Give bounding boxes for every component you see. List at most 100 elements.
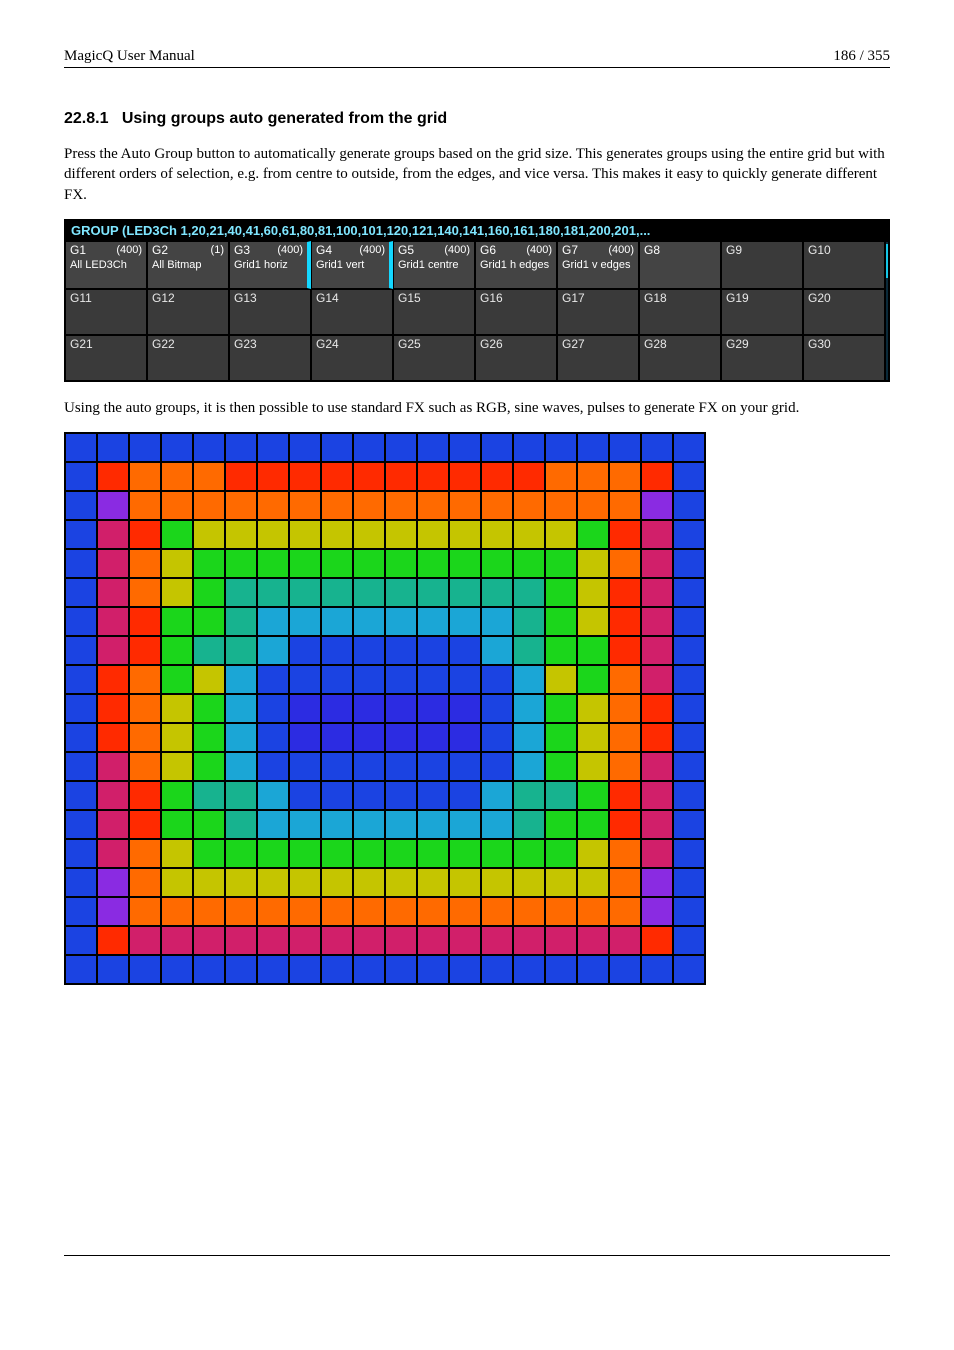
pixel-cell <box>65 868 97 897</box>
pixel-cell <box>321 752 353 781</box>
pixel-cell <box>481 839 513 868</box>
pixel-cell <box>225 433 257 462</box>
pixel-cell <box>513 491 545 520</box>
pixel-cell <box>609 549 641 578</box>
pixel-cell <box>641 520 673 549</box>
pixel-cell <box>289 868 321 897</box>
group-cell[interactable]: G11 <box>65 289 147 335</box>
group-cell[interactable]: G30 <box>803 335 885 381</box>
group-cell[interactable]: G1(400)All LED3Ch <box>65 241 147 289</box>
pixel-cell <box>225 636 257 665</box>
group-cell[interactable]: G23 <box>229 335 311 381</box>
pixel-cell <box>161 578 193 607</box>
pixel-cell <box>513 839 545 868</box>
group-cell[interactable]: G5(400)Grid1 centre <box>393 241 475 289</box>
pixel-cell <box>417 578 449 607</box>
pixel-cell <box>609 752 641 781</box>
pixel-cell <box>385 578 417 607</box>
pixel-cell <box>673 520 705 549</box>
group-cell[interactable]: G27 <box>557 335 639 381</box>
pixel-cell <box>193 636 225 665</box>
pixel-cell <box>641 781 673 810</box>
pixel-cell <box>225 520 257 549</box>
pixel-cell <box>513 897 545 926</box>
pixel-cell <box>609 462 641 491</box>
pixel-cell <box>161 694 193 723</box>
pixel-cell <box>161 810 193 839</box>
group-cell[interactable]: G2(1)All Bitmap <box>147 241 229 289</box>
pixel-cell <box>289 752 321 781</box>
pixel-cell <box>97 433 129 462</box>
pixel-cell <box>417 723 449 752</box>
group-cell[interactable]: G20 <box>803 289 885 335</box>
pixel-cell <box>577 868 609 897</box>
pixel-cell <box>513 752 545 781</box>
pixel-cell <box>321 723 353 752</box>
pixel-cell <box>641 926 673 955</box>
pixel-cell <box>417 491 449 520</box>
pixel-cell <box>225 491 257 520</box>
pixel-cell <box>65 694 97 723</box>
group-cell[interactable]: G17 <box>557 289 639 335</box>
group-cell[interactable]: G4(400)Grid1 vert <box>311 241 393 289</box>
group-cell[interactable]: G29 <box>721 335 803 381</box>
group-cell[interactable]: G3(400)Grid1 horiz <box>229 241 311 289</box>
pixel-grid-figure <box>64 432 706 985</box>
pixel-cell <box>481 868 513 897</box>
group-cell[interactable]: G19 <box>721 289 803 335</box>
group-cell[interactable]: G24 <box>311 335 393 381</box>
group-cell[interactable]: G16 <box>475 289 557 335</box>
group-window: GROUP (LED3Ch 1,20,21,40,41,60,61,80,81,… <box>64 219 890 382</box>
pixel-cell <box>609 897 641 926</box>
pixel-cell <box>577 752 609 781</box>
pixel-cell <box>97 578 129 607</box>
group-cell[interactable]: G28 <box>639 335 721 381</box>
group-cell[interactable]: G21 <box>65 335 147 381</box>
pixel-cell <box>225 462 257 491</box>
pixel-cell <box>577 839 609 868</box>
group-cell[interactable]: G15 <box>393 289 475 335</box>
group-cell[interactable]: G14 <box>311 289 393 335</box>
group-cell[interactable]: G12 <box>147 289 229 335</box>
pixel-cell <box>673 897 705 926</box>
group-cell[interactable]: G7(400)Grid1 v edges <box>557 241 639 289</box>
pixel-cell <box>65 926 97 955</box>
pixel-cell <box>97 607 129 636</box>
pixel-cell <box>129 520 161 549</box>
pixel-cell <box>385 926 417 955</box>
pixel-cell <box>257 810 289 839</box>
group-cell[interactable]: G6(400)Grid1 h edges <box>475 241 557 289</box>
pixel-cell <box>449 723 481 752</box>
pixel-cell <box>225 723 257 752</box>
pixel-cell <box>577 578 609 607</box>
group-cell[interactable]: G26 <box>475 335 557 381</box>
pixel-cell <box>321 694 353 723</box>
pixel-cell <box>609 607 641 636</box>
group-cell[interactable]: G22 <box>147 335 229 381</box>
pixel-cell <box>609 491 641 520</box>
pixel-cell <box>289 520 321 549</box>
group-scrollbar[interactable] <box>885 241 889 381</box>
group-cell[interactable]: G10 <box>803 241 885 289</box>
pixel-cell <box>673 578 705 607</box>
pixel-cell <box>161 897 193 926</box>
pixel-cell <box>321 839 353 868</box>
pixel-cell <box>129 752 161 781</box>
pixel-cell <box>641 607 673 636</box>
pixel-cell <box>289 723 321 752</box>
pixel-cell <box>129 578 161 607</box>
pixel-cell <box>481 694 513 723</box>
group-cell[interactable]: G9 <box>721 241 803 289</box>
group-cell[interactable]: G18 <box>639 289 721 335</box>
group-cell[interactable]: G25 <box>393 335 475 381</box>
pixel-cell <box>577 636 609 665</box>
pixel-cell <box>321 665 353 694</box>
group-cell[interactable]: G13 <box>229 289 311 335</box>
group-cell[interactable]: G8 <box>639 241 721 289</box>
pixel-cell <box>417 636 449 665</box>
pixel-cell <box>513 694 545 723</box>
pixel-cell <box>353 955 385 984</box>
section-heading: 22.8.1 Using groups auto generated from … <box>64 110 890 128</box>
pixel-cell <box>673 462 705 491</box>
pixel-cell <box>577 810 609 839</box>
